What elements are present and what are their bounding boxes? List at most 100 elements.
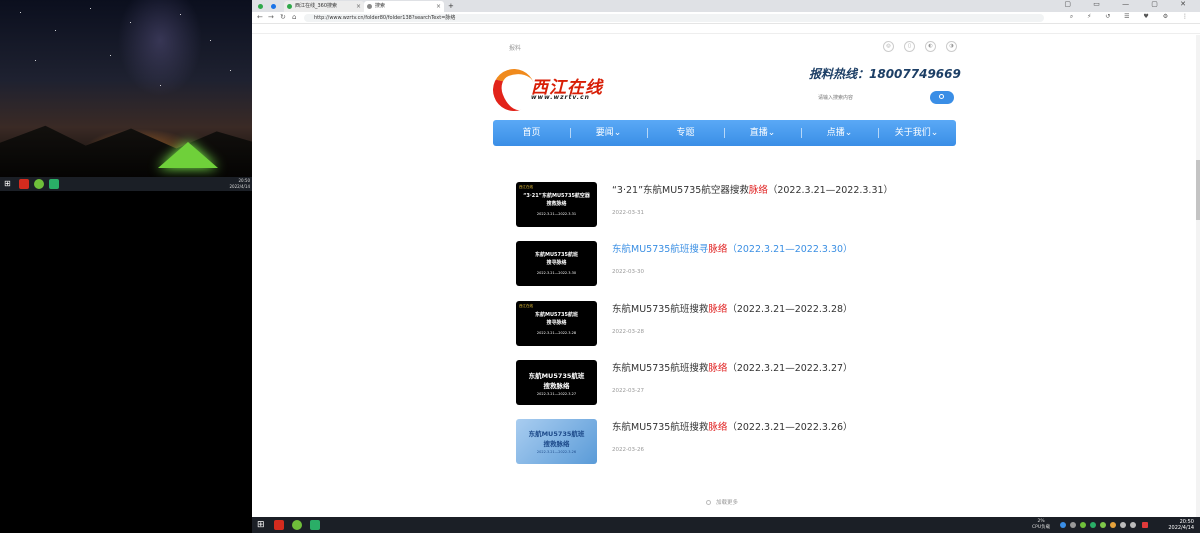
360-browser-icon[interactable]: [34, 179, 44, 189]
clock-date: 2022/4/14: [229, 184, 250, 189]
bookmark-item[interactable]: 手机收藏夹: [274, 33, 294, 34]
tray-app-icon[interactable]: [1090, 522, 1096, 528]
nav-topics[interactable]: 专题: [647, 120, 724, 146]
tray-app-icon[interactable]: [1110, 522, 1116, 528]
wifi-icon[interactable]: [1120, 522, 1126, 528]
taskbar-clock[interactable]: 20:50 2022/4/14: [1168, 519, 1194, 531]
nav-about[interactable]: 关于我们⌄: [878, 120, 955, 146]
item-thumbnail[interactable]: 东航MU5735航班 搜救脉络 2022.3.21—2022.3.26: [516, 419, 597, 464]
load-more-button[interactable]: 加载更多: [706, 498, 738, 506]
main-nav: 首页 要闻⌄ 专题 直播⌄ 点播⌄ 关于我们⌄: [493, 120, 956, 146]
tab-search-active[interactable]: 搜索 ×: [364, 1, 444, 12]
list-item[interactable]: 西江在线 东航MU5735航班 搜寻脉络 2022.3.21—2022.3.28…: [516, 301, 936, 349]
list-item[interactable]: 东航MU5735航班 搜寻脉络 2022.3.21—2022.3.30 东航MU…: [516, 241, 936, 289]
site-topbar: 报料 ◎ ▯ ◐ ◑: [252, 35, 1200, 57]
item-thumbnail[interactable]: 东航MU5735航班 搜寻脉络 2022.3.21—2022.3.30: [516, 241, 597, 286]
back-icon[interactable]: ←: [257, 13, 263, 21]
new-tab-button[interactable]: +: [448, 1, 458, 12]
item-date: 2022-03-31: [612, 210, 644, 216]
bookmark-item[interactable]: 广西卫视: [800, 33, 816, 34]
browser-blue-icon[interactable]: [268, 1, 278, 12]
bookmark-item[interactable]: 收藏: [259, 33, 267, 34]
bookmark-item[interactable]: 内容库: [408, 33, 420, 34]
bookmark-item[interactable]: 学习强国: [481, 33, 497, 34]
bookmark-item[interactable]: 每次在线: [731, 33, 747, 34]
user-icon[interactable]: ◎: [883, 41, 894, 52]
tab-search-result[interactable]: 西江在线_360搜索 ×: [284, 1, 364, 12]
url-field[interactable]: http://www.wzrtv.cn/folder80/folder138?s…: [304, 14, 1044, 22]
bookmark-item[interactable]: 游戏中心: [385, 33, 401, 34]
windows-start-icon[interactable]: ⊞: [4, 179, 14, 189]
wps-icon[interactable]: [19, 179, 29, 189]
bookmark-item[interactable]: https://wc: [608, 33, 628, 34]
secondary-desktop: ⊞ 20:50 2022/4/14: [0, 0, 252, 533]
item-title[interactable]: 东航MU5735航班搜救脉络（2022.3.21—2022.3.26）: [612, 419, 853, 433]
volume-icon[interactable]: [1130, 522, 1136, 528]
wechat-icon[interactable]: [310, 520, 320, 530]
item-thumbnail[interactable]: 西江在线 “3·21”东航MU5735航空器 搜救脉络 2022.3.21—20…: [516, 182, 597, 227]
bookmark-item[interactable]: 谷歌: [301, 33, 309, 34]
cpu-monitor[interactable]: 2% CPU负载: [1032, 519, 1050, 531]
bookmark-item[interactable]: 《走进情怀》: [577, 33, 601, 34]
bookmark-item[interactable]: 网址大全: [339, 33, 355, 34]
search-button[interactable]: [930, 91, 954, 104]
ime-icon[interactable]: [1142, 522, 1148, 528]
clock-date: 2022/4/14: [1168, 525, 1194, 531]
bookmark-item[interactable]: 网址大全: [316, 33, 332, 34]
nav-home[interactable]: 首页: [493, 120, 570, 146]
bookmark-item[interactable]: 阳光电影: [504, 33, 520, 34]
bookmark-item[interactable]: 腾讯视频: [777, 33, 793, 34]
item-title[interactable]: “3·21”东航MU5735航空器搜救脉络（2022.3.21—2022.3.3…: [612, 182, 893, 196]
search-input[interactable]: [814, 91, 942, 104]
bookmark-item[interactable]: 优酷: [693, 33, 701, 34]
item-title[interactable]: 东航MU5735航班搜救脉络（2022.3.21—2022.3.27）: [612, 360, 853, 374]
scrollbar-thumb[interactable]: [1196, 160, 1200, 220]
item-thumbnail[interactable]: 西江在线 东航MU5735航班 搜寻脉络 2022.3.21—2022.3.28: [516, 301, 597, 346]
bookmark-item[interactable]: 影视金常看: [427, 33, 447, 34]
bookmark-item[interactable]: 抖音短视频: [454, 33, 474, 34]
item-title[interactable]: 东航MU5735航班搜救脉络（2022.3.21—2022.3.28）: [612, 301, 853, 315]
tray-app-icon[interactable]: [1080, 522, 1086, 528]
tab-favicon: [287, 4, 292, 9]
close-icon[interactable]: ×: [436, 1, 441, 12]
bookmark-item[interactable]: 2022新节: [552, 33, 570, 34]
list-item[interactable]: 东航MU5735航班 搜救脉络 2022.3.21—2022.3.27 东航MU…: [516, 360, 936, 408]
wechat-share-icon[interactable]: ◑: [946, 41, 957, 52]
mobile-icon[interactable]: ▯: [904, 41, 915, 52]
forward-icon[interactable]: →: [268, 13, 274, 21]
bookmark-item[interactable]: 休闲 · 学习: [635, 33, 655, 34]
home-icon[interactable]: ⌂: [292, 13, 296, 21]
bookmark-item[interactable]: 360搜索: [362, 33, 378, 34]
site-logo[interactable]: 西江在线 www.wzrtv.cn: [487, 63, 613, 117]
list-item[interactable]: 东航MU5735航班 搜救脉络 2022.3.21—2022.3.26 东航MU…: [516, 419, 936, 467]
browser-toolbar-icons[interactable]: ⌕ ⚡ ↺ ☰ ♥ ⚙ ⋮: [1070, 13, 1194, 21]
wps-icon[interactable]: [274, 520, 284, 530]
tray-app-icon[interactable]: [1070, 522, 1076, 528]
nav-live[interactable]: 直播⌄: [724, 120, 801, 146]
list-item[interactable]: 西江在线 “3·21”东航MU5735航空器 搜救脉络 2022.3.21—20…: [516, 182, 936, 230]
nav-news[interactable]: 要闻⌄: [570, 120, 647, 146]
reload-icon[interactable]: ↻: [280, 13, 286, 21]
weibo-icon[interactable]: ◐: [925, 41, 936, 52]
bookmark-item[interactable]: 2022新节: [527, 33, 545, 34]
360-browser-icon[interactable]: [292, 520, 302, 530]
item-thumbnail[interactable]: 东航MU5735航班 搜救脉络 2022.3.21—2022.3.27: [516, 360, 597, 405]
tab-label: 搜索: [375, 3, 386, 9]
bookmark-item[interactable]: 百度热搜: [754, 33, 770, 34]
nav-vod[interactable]: 点播⌄: [801, 120, 878, 146]
item-title[interactable]: 东航MU5735航班搜寻脉络（2022.3.21—2022.3.30）: [612, 241, 853, 255]
bookmark-item[interactable]: 卫视频道分享: [662, 33, 686, 34]
browser-window: 西江在线_360搜索 × 搜索 × + ▢ ▭ — ▢ ✕ ← → ↻ ⌂ ht…: [252, 0, 1200, 517]
page-scrollbar[interactable]: [1196, 35, 1200, 517]
tab-bar: 西江在线_360搜索 × 搜索 × + ▢ ▭ — ▢ ✕: [252, 0, 1200, 12]
secondary-taskbar: ⊞ 20:50 2022/4/14: [0, 177, 252, 191]
tray-app-icon[interactable]: [1100, 522, 1106, 528]
night-sky-wallpaper: [0, 0, 252, 177]
windows-start-icon[interactable]: ⊞: [257, 520, 267, 530]
bookmark-item[interactable]: 多米在线: [708, 33, 724, 34]
wechat-icon[interactable]: [49, 179, 59, 189]
report-link[interactable]: 报料: [509, 43, 521, 52]
window-controls[interactable]: ▢ ▭ — ▢ ✕: [1064, 0, 1196, 8]
tray-app-icon[interactable]: [1060, 522, 1066, 528]
close-icon[interactable]: ×: [356, 1, 361, 12]
